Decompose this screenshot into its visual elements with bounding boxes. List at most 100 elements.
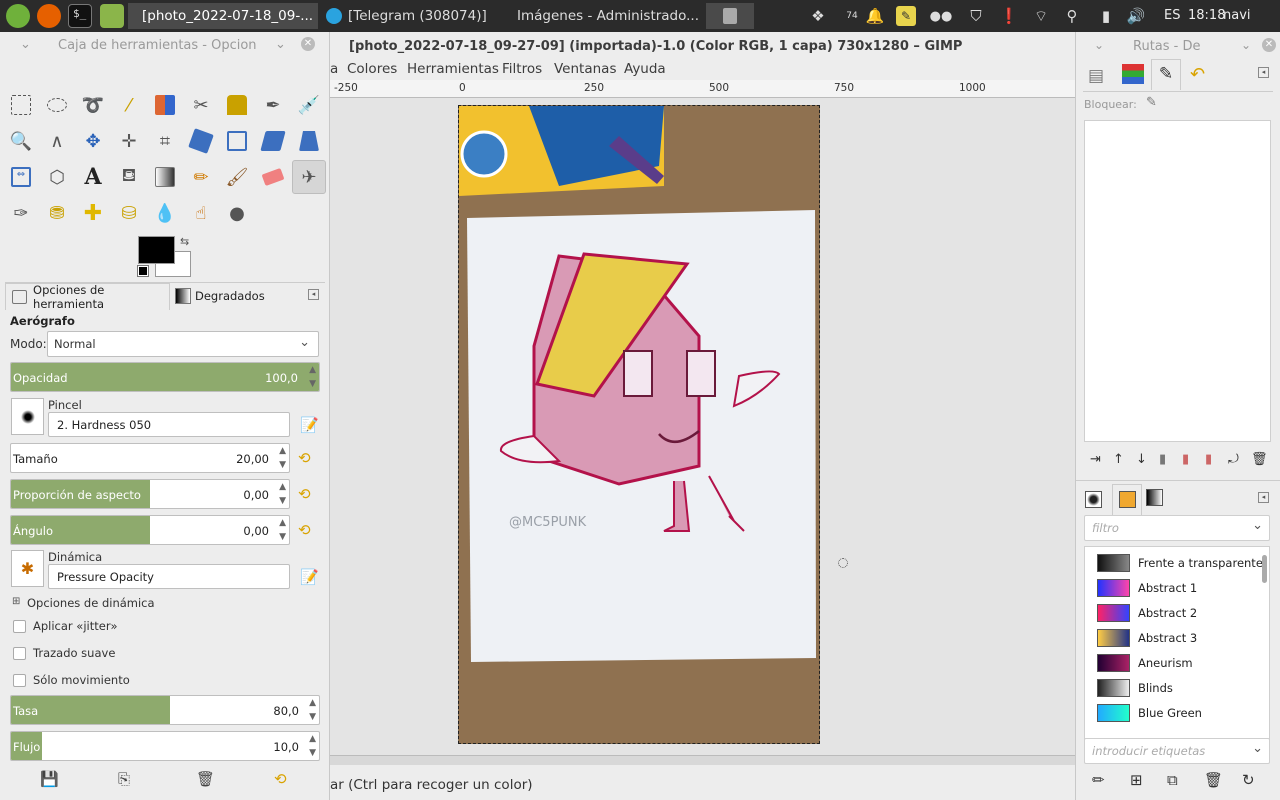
shear-tool-icon[interactable] [258,126,288,156]
mint-menu-icon[interactable] [6,4,30,28]
angle-spinner[interactable]: Ángulo 0,00 ▲ ▼ [10,515,290,545]
scale-tool-icon[interactable] [222,126,252,156]
lock-paths-icon[interactable]: ✎ [1146,95,1157,110]
close-icon[interactable]: ✕ [1262,38,1276,52]
gradient-item[interactable]: Abstract 1 [1097,577,1197,599]
reset-size-icon[interactable]: ⟲ [298,449,311,467]
new-path-icon[interactable]: ⇥ [1090,452,1101,467]
motion-only-checkbox[interactable] [13,674,26,687]
gradient-item[interactable]: Aneurism [1097,652,1193,674]
paths-tool-icon[interactable]: ✒ [258,90,288,120]
opacity-spinner[interactable]: Opacidad 100,0 ▲ ▼ [10,362,320,392]
ellipse-select-tool-icon[interactable] [42,90,72,120]
cage-transform-tool-icon[interactable]: ⬡ [42,162,72,192]
close-icon[interactable]: ✕ [301,37,315,51]
menu-colors[interactable]: Colores [347,61,397,77]
blur-tool-icon[interactable]: 💧 [150,198,180,228]
gradient-filter-input[interactable]: filtro ⌄ [1084,515,1270,541]
delete-gradient-icon[interactable]: 🗑 [1204,771,1223,789]
rect-select-tool-icon[interactable] [6,90,36,120]
blend-tool-icon[interactable] [150,162,180,192]
new-gradient-icon[interactable]: ⊞ [1130,771,1143,789]
increment-icon[interactable]: ▲ [279,446,286,456]
increment-icon[interactable]: ▲ [279,518,286,528]
keyboard-layout[interactable]: ES [1164,8,1180,23]
dynamics-options-expander[interactable]: Opciones de dinámica [27,596,155,610]
heal-tool-icon[interactable]: ✚ [78,198,108,228]
eraser-tool-icon[interactable] [258,162,288,192]
default-colors-icon[interactable] [137,265,149,277]
decrement-icon[interactable]: ▼ [309,712,316,722]
flow-spinner[interactable]: Flujo 10,0 ▲ ▼ [10,731,320,761]
layers-tab-icon[interactable]: ▤ [1088,66,1104,86]
dodge-burn-tool-icon[interactable]: ● [222,198,252,228]
expand-icon[interactable]: ⊞ [12,596,20,607]
jitter-checkbox[interactable] [13,620,26,633]
terminal-icon[interactable]: $_ [68,4,92,28]
increment-icon[interactable]: ▲ [309,365,316,375]
mode-select[interactable]: Normal ⌄ [47,331,319,357]
brushes-tab-icon[interactable] [1085,491,1102,508]
bell-icon[interactable]: 🔔 [865,6,885,26]
lasso-tool-icon[interactable]: ➰ [78,90,108,120]
clone-tool-icon[interactable]: ⛃ [42,198,72,228]
flip-tool-icon[interactable]: ⇔ [6,162,36,192]
brush-name-field[interactable]: 2. Hardness 050 [48,412,290,437]
chevron-down-icon[interactable]: ⌄ [20,37,31,52]
raise-path-icon[interactable]: ↑ [1113,452,1124,467]
decrement-icon[interactable]: ▼ [279,532,286,542]
decrement-icon[interactable]: ▼ [279,460,286,470]
tags-input[interactable]: introducir etiquetas ⌄ [1084,738,1270,764]
paintbrush-tool-icon[interactable]: 🖌 [222,162,252,192]
gradient-item[interactable]: Blue Green [1097,702,1202,724]
increment-icon[interactable]: ▲ [309,698,316,708]
eyes-icon[interactable]: ●● [924,6,958,26]
bucket-fill-tool-icon[interactable]: ⛾ [114,162,144,192]
perspective-clone-tool-icon[interactable]: ⛁ [114,198,144,228]
edit-dynamics-icon[interactable]: 📝 [300,568,319,586]
menu-filters[interactable]: Filtros [502,61,542,77]
notes-icon[interactable]: ✎ [896,6,916,26]
selection-to-path-icon[interactable]: ▮ [1205,452,1212,467]
vertical-scrollbar-thumb[interactable] [1262,555,1267,583]
files-icon[interactable] [100,4,124,28]
size-spinner[interactable]: Tamaño 20,00 ▲ ▼ [10,443,290,473]
tab-menu-icon[interactable]: ◂ [308,289,319,300]
brush-preview[interactable] [11,398,44,435]
reset-angle-icon[interactable]: ⟲ [298,521,311,539]
task-images[interactable]: Imágenes - Administrado... [503,3,703,29]
dynamics-preview[interactable]: ✱ [11,550,44,587]
clipboard-icon[interactable]: ❗ [999,6,1019,26]
gradient-list[interactable]: Frente a transparente Abstract 1 Abstract … [1084,546,1270,748]
foreground-color-swatch[interactable] [138,236,175,264]
menu-help[interactable]: Ayuda [624,61,666,77]
horizontal-scrollbar[interactable] [330,755,1075,765]
refresh-gradients-icon[interactable]: ↻ [1242,771,1255,789]
increment-icon[interactable]: ▲ [279,482,286,492]
clock[interactable]: 18:18 [1188,8,1225,23]
color-picker-tool-icon[interactable]: 💉 [294,90,324,120]
menu-windows[interactable]: Ventanas [554,61,616,77]
fuzzy-select-tool-icon[interactable]: ⁄ [114,90,144,120]
lower-path-icon[interactable]: ↓ [1136,452,1147,467]
stroke-path-icon[interactable]: ⤾ [1228,452,1239,467]
gradient-item[interactable]: Abstract 2 [1097,602,1197,624]
tab-menu-icon[interactable]: ◂ [1258,67,1269,78]
align-tool-icon[interactable]: ✛ [114,126,144,156]
menu-tools[interactable]: Herramientas [407,61,499,77]
dynamics-field[interactable]: Pressure Opacity [48,564,290,589]
smooth-stroke-checkbox[interactable] [13,647,26,660]
channels-tab-icon[interactable] [1122,64,1144,84]
undo-history-tab-icon[interactable]: ↶ [1190,64,1205,85]
perspective-tool-icon[interactable] [294,126,324,156]
gradients-tab-icon[interactable] [1146,489,1163,506]
image-canvas[interactable]: @MC5PUNK [458,105,820,744]
paths-tab-icon[interactable]: ✎ [1151,59,1181,90]
chevron-down-icon[interactable]: ⌄ [1094,38,1104,52]
volume-icon[interactable]: 🔊 [1126,6,1146,26]
reset-options-icon[interactable]: ⟲ [274,770,287,788]
zoom-tool-icon[interactable]: 🔍 [6,126,36,156]
gradient-item[interactable]: Frente a transparente [1097,552,1263,574]
rate-spinner[interactable]: Tasa 80,0 ▲ ▼ [10,695,320,725]
crop-tool-icon[interactable]: ⌗ [150,126,180,156]
